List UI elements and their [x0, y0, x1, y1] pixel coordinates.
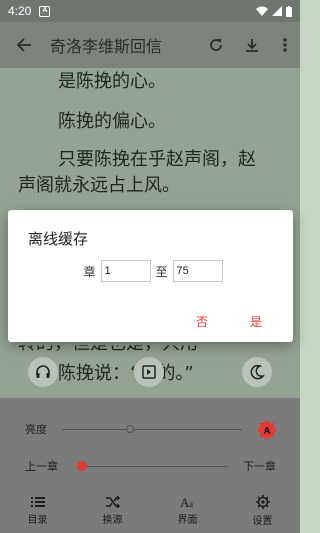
svg-text:a: a [189, 499, 193, 508]
refresh-icon [210, 39, 222, 51]
notification-icon: A [39, 5, 51, 17]
signal-icon [272, 6, 282, 16]
text-line: 陈挽的偏心。 [58, 111, 166, 132]
toc-icon [30, 496, 45, 507]
night-mode-button[interactable] [242, 357, 272, 387]
battery-icon [286, 5, 292, 17]
brightness-slider[interactable] [62, 429, 242, 430]
nav-change-source[interactable]: 换源 [75, 488, 150, 533]
nav-toc[interactable]: 目录 [0, 488, 75, 533]
prev-chapter-button[interactable]: 上一章 [25, 458, 58, 474]
nav-change-source-label: 换源 [102, 514, 123, 526]
confirm-button[interactable]: 是 [250, 313, 262, 330]
status-bar: 4:20 A [0, 0, 300, 22]
app-bar: 奇洛李维斯回信 [0, 22, 300, 68]
auto-page-button[interactable] [134, 357, 164, 387]
chapter-slider[interactable] [82, 466, 228, 467]
svg-text:A: A [263, 426, 270, 437]
status-time: 4:20 [8, 4, 32, 18]
nav-settings[interactable]: 设置 [225, 488, 300, 533]
download-icon [246, 39, 258, 52]
brightness-label: 亮度 [25, 423, 47, 436]
next-chapter-button[interactable]: 下一章 [243, 458, 276, 474]
chapter-row: 上一章 下一章 [0, 451, 300, 481]
cancel-button[interactable]: 否 [196, 313, 208, 330]
headphones-icon [36, 365, 50, 378]
nav-interface-label: 界面 [177, 515, 198, 526]
from-chapter-input[interactable] [100, 260, 151, 282]
gear-icon [255, 494, 270, 509]
download-button[interactable] [234, 22, 270, 68]
book-title: 奇洛李维斯回信 [50, 37, 163, 56]
brightness-slider-thumb[interactable] [126, 425, 134, 433]
nav-toc-label: 目录 [27, 514, 48, 526]
arrow-left-icon [16, 38, 31, 52]
auto-brightness-button[interactable]: A [257, 420, 277, 440]
more-options-button[interactable] [270, 22, 300, 68]
brightness-row: 亮度 A [0, 414, 300, 444]
from-chapter-label: 章 [83, 264, 96, 279]
nav-settings-label: 设置 [252, 515, 273, 527]
auto-page-icon [142, 365, 156, 379]
moon-icon [250, 364, 265, 380]
tts-button[interactable] [28, 357, 58, 387]
back-button[interactable] [6, 22, 42, 68]
nav-interface[interactable]: Aa 界面 [150, 488, 225, 533]
refresh-button[interactable] [198, 22, 234, 68]
chapter-range: 章 至 [8, 258, 293, 284]
to-chapter-label: 至 [155, 264, 168, 279]
auto-brightness-icon: A [257, 420, 277, 440]
chapter-slider-thumb[interactable] [77, 461, 87, 471]
to-chapter-input[interactable] [172, 260, 223, 282]
shuffle-icon [105, 495, 120, 508]
more-vert-icon [283, 38, 287, 52]
text-line: 声阁就永远占上风。 [18, 175, 180, 196]
wifi-icon [256, 6, 268, 16]
offline-cache-dialog: 离线缓存 章 至 否 是 [8, 210, 293, 342]
text-line: 只要陈挽在乎赵声阁，赵 [58, 149, 256, 170]
font-icon: Aa [180, 495, 193, 508]
bottom-nav: 目录 换源 Aa 界面 设置 [0, 488, 300, 533]
dialog-title: 离线缓存 [28, 230, 89, 248]
text-line: 是陈挽的心。 [58, 71, 166, 92]
